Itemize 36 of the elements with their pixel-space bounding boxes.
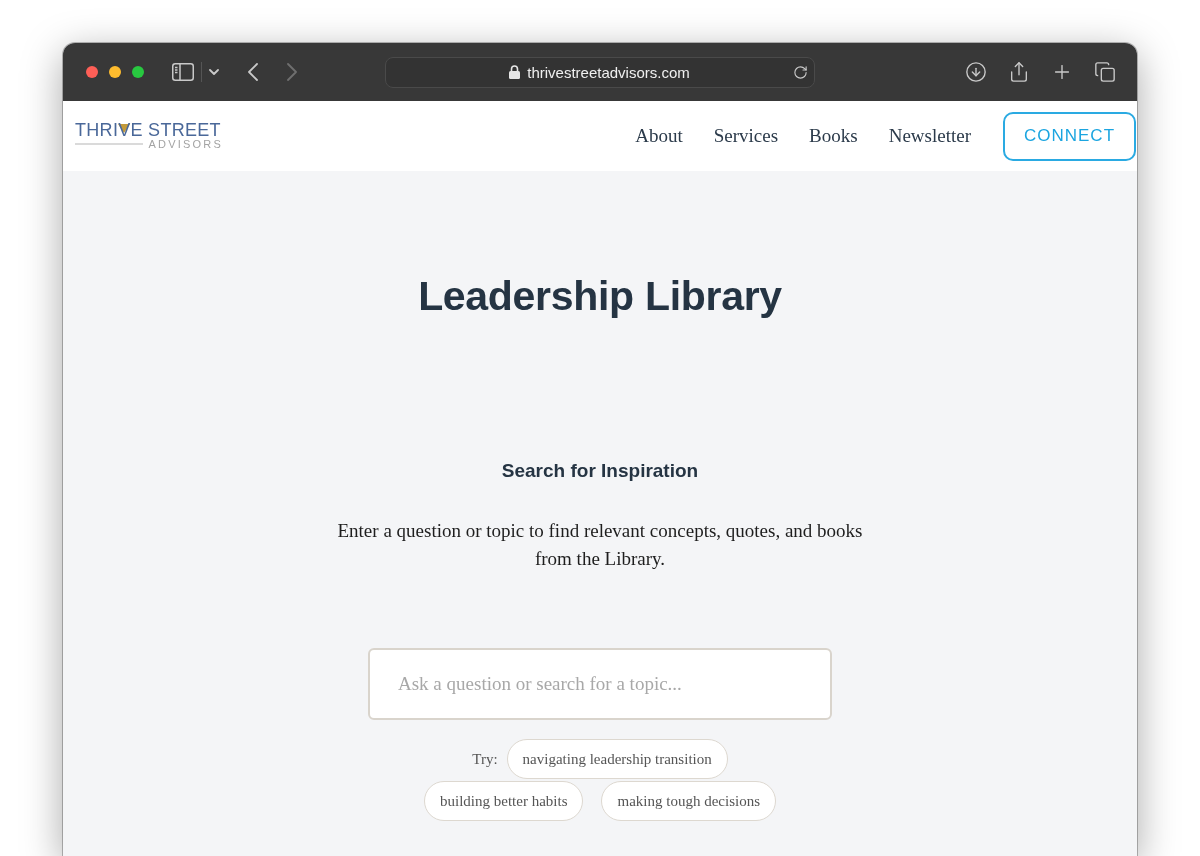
reload-icon [793,64,808,80]
suggestion-chip[interactable]: making tough decisions [601,781,776,821]
suggestion-chip[interactable]: building better habits [424,781,584,821]
window-zoom-button[interactable] [132,66,144,78]
logo-wordmark[interactable]: THRIVE STREET [75,119,221,140]
window-minimize-button[interactable] [109,66,121,78]
lock-icon [509,65,521,79]
address-bar[interactable]: thrivestreetadvisors.com [385,56,815,88]
share-icon [1008,61,1030,83]
nav-link[interactable]: Newsletter [888,125,971,147]
section-heading: Search for Inspiration [501,460,699,482]
sidebar-icon [172,63,194,81]
back-button[interactable] [248,63,258,81]
nav-link[interactable]: About [635,125,683,147]
download-button[interactable] [965,61,987,83]
chevron-left-icon [248,63,258,81]
tabs-icon [1094,61,1116,83]
sidebar-toggle-button[interactable] [172,63,194,81]
share-button[interactable] [1008,61,1030,83]
tab-group-menu-button[interactable] [209,69,219,75]
logo-tagline: ADVISORS [148,138,223,150]
suggestion-chip[interactable]: navigating leadership transition [506,739,728,779]
search-field[interactable]: Ask a question or search for a topic... [368,648,832,720]
section-description: Enter a question or topic to find relevant concepts, quotes, and books from the Library. [336,519,864,571]
nav-link[interactable]: Books [809,125,858,147]
logo-triangle-icon [118,123,130,133]
suggestions-label: Try: [472,750,498,768]
download-icon [965,61,987,83]
url-text: thrivestreetadvisors.com [527,63,690,81]
reload-button[interactable] [793,64,808,80]
window-close-button[interactable] [86,66,98,78]
chevron-down-icon [209,69,219,75]
chevron-right-icon [287,63,297,81]
page-title: Leadership Library [418,273,782,320]
nav-link[interactable]: Services [713,125,779,147]
tab-overview-button[interactable] [1094,61,1116,83]
